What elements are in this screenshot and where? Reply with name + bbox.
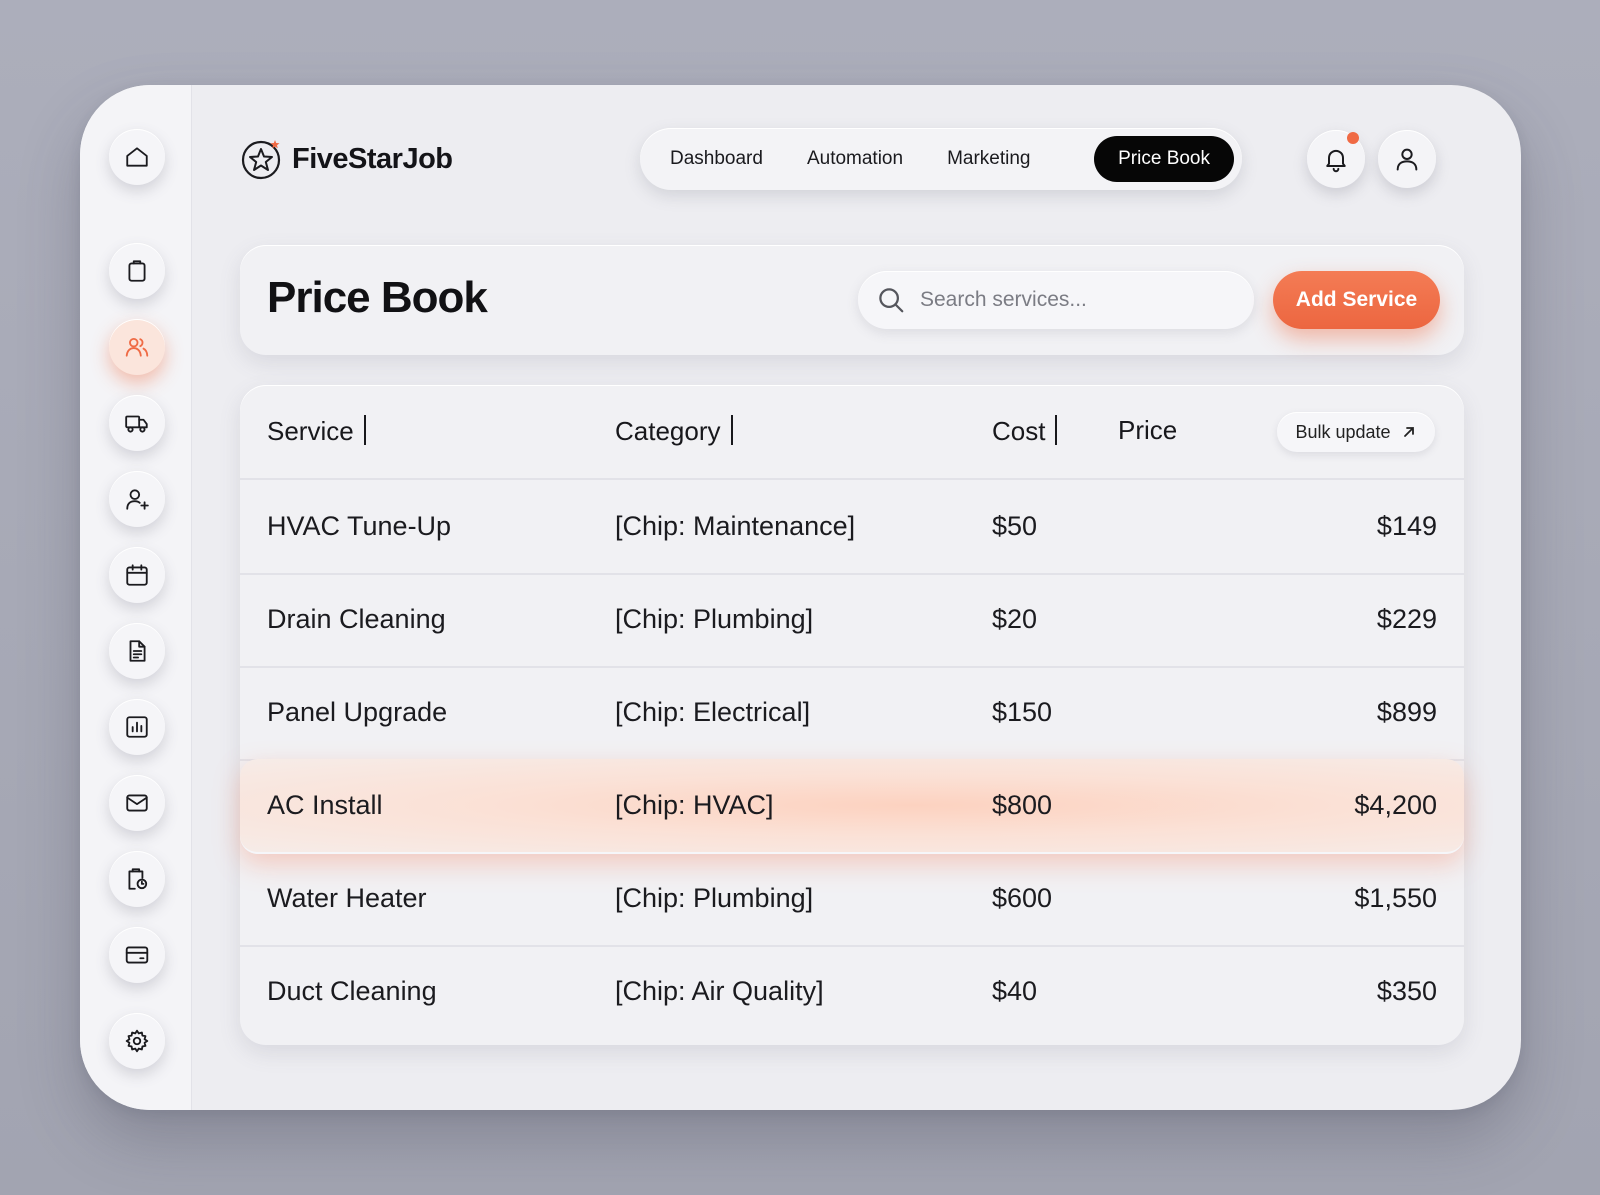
cell-cost: $600 [992,883,1053,913]
column-price[interactable]: Price [1118,415,1177,446]
search-icon [879,288,904,313]
tab-marketing[interactable]: Marketing [925,136,1052,182]
cell-cost: $20 [992,604,1038,634]
cell-cost: $40 [992,976,1038,1006]
gear-icon[interactable] [109,1013,165,1069]
page-header: Price Book Add Service [240,245,1464,355]
table-row[interactable]: Duct Cleaning [Chip: Air Quality] $40 $3… [240,945,1464,1040]
home-icon[interactable] [109,129,165,185]
cell-category: [Chip: Electrical] [615,697,811,727]
tab-dashboard[interactable]: Dashboard [648,136,785,182]
clipboard-icon[interactable] [109,243,165,299]
cell-service: Duct Cleaning [267,976,437,1006]
arrow-up-right-icon [1403,427,1414,437]
cell-category: [Chip: Plumbing] [615,604,814,634]
cell-cost: $150 [992,697,1053,727]
star-logo-icon [241,140,281,180]
table-row[interactable]: Panel Upgrade [Chip: Electrical] $150 $8… [240,666,1464,761]
cell-price: $350 [1376,976,1437,1006]
calendar-icon[interactable] [109,547,165,603]
cell-price: $229 [1376,604,1437,634]
column-service[interactable]: Service [267,415,366,447]
search-input[interactable] [920,288,1220,312]
column-category[interactable]: Category [615,415,733,447]
app-name: FiveStarJob [292,142,453,175]
price-table: Service Category Cost Price Bulk update … [240,385,1464,1045]
cell-service: Panel Upgrade [267,697,448,727]
cell-service: HVAC Tune-Up [267,511,452,541]
user-plus-icon[interactable] [109,471,165,527]
cell-cost: $50 [992,511,1038,541]
document-icon[interactable] [109,623,165,679]
search-box[interactable] [858,271,1254,329]
credit-card-icon[interactable] [109,927,165,983]
clipboard-clock-icon[interactable] [109,851,165,907]
cell-price: $899 [1376,697,1437,727]
bulk-update-label: Bulk update [1295,421,1391,442]
notification-badge [1347,132,1359,144]
column-cost[interactable]: Cost [992,415,1058,447]
cell-category: [Chip: HVAC] [615,790,774,820]
table-row[interactable]: Water Heater [Chip: Plumbing] $600 $1,55… [240,852,1464,947]
column-resize-handle[interactable] [363,415,366,445]
cell-category: [Chip: Maintenance] [615,511,856,541]
bulk-update-button[interactable]: Bulk update [1277,412,1435,452]
profile-button[interactable] [1378,130,1436,188]
add-service-button[interactable]: Add Service [1273,271,1440,329]
main-nav: Dashboard Automation Marketing Price Boo… [640,128,1242,190]
cell-service: AC Install [267,790,383,820]
table-header: Service Category Cost Price Bulk update [240,385,1464,480]
user-icon [1396,148,1418,171]
cell-category: [Chip: Plumbing] [615,883,814,913]
table-row[interactable]: HVAC Tune-Up [Chip: Maintenance] $50 $14… [240,480,1464,575]
app-window: FiveStarJob Dashboard Automation Marketi… [80,85,1521,1110]
tab-price-book[interactable]: Price Book [1094,136,1234,182]
chart-icon[interactable] [109,699,165,755]
page-title: Price Book [267,273,488,322]
column-resize-handle[interactable] [730,415,733,445]
users-icon[interactable] [109,319,165,375]
cell-category: [Chip: Air Quality] [615,976,824,1006]
cell-cost: $800 [992,790,1053,820]
cell-service: Drain Cleaning [267,604,446,634]
tab-automation[interactable]: Automation [785,136,925,182]
cell-price: $4,200 [1354,790,1437,820]
mail-icon[interactable] [109,775,165,831]
topbar: FiveStarJob Dashboard Automation Marketi… [240,128,1465,190]
cell-service: Water Heater [267,883,427,913]
cell-price: $149 [1376,511,1437,541]
cell-price: $1,550 [1354,883,1437,913]
table-row[interactable]: Drain Cleaning [Chip: Plumbing] $20 $229 [240,573,1464,668]
logo[interactable]: FiveStarJob [240,137,453,181]
column-resize-handle[interactable] [1055,415,1058,445]
sidebar [80,85,192,1110]
bell-icon [1326,149,1346,173]
table-row-highlighted[interactable]: AC Install [Chip: HVAC] $800 $4,200 [240,759,1464,854]
truck-icon[interactable] [109,395,165,451]
notifications-button[interactable] [1307,130,1365,188]
